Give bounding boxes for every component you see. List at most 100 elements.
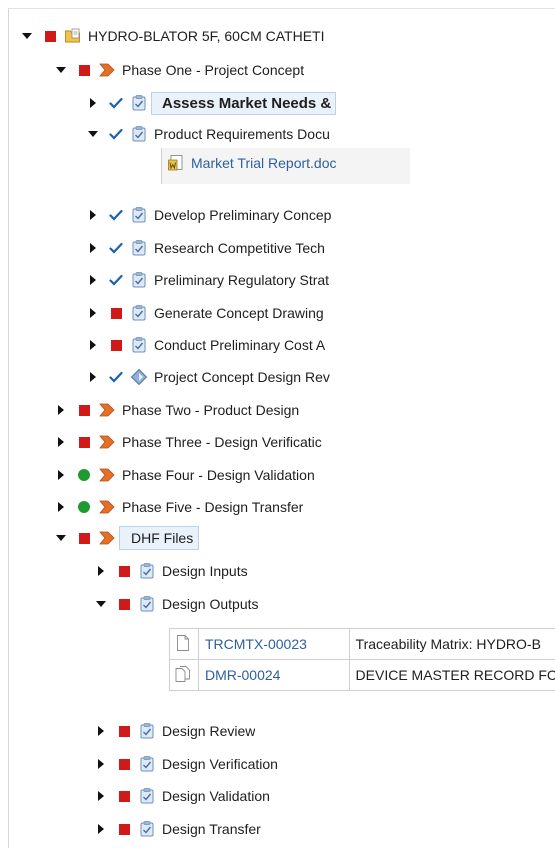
expand-toggle-icon[interactable]: [95, 790, 107, 802]
document-row[interactable]: DMR-00024DEVICE MASTER RECORD FC: [170, 660, 555, 691]
selected-task-highlight: Assess Market Needs &: [151, 92, 336, 115]
tree-node-phase-one[interactable]: Phase One - Project Concept: [55, 58, 304, 82]
document-table: TRCMTX-00023Traceability Matrix: HYDRO-B…: [169, 628, 555, 691]
expand-toggle-icon[interactable]: [95, 565, 107, 577]
tree-node-phase[interactable]: Phase Three - Design Verificatic: [55, 430, 322, 454]
document-id[interactable]: TRCMTX-00023: [198, 629, 349, 660]
check-icon: [109, 127, 123, 141]
tree-node-dhf-child[interactable]: Design Validation: [95, 784, 270, 808]
phase-arrow-icon: [98, 433, 116, 451]
document-description: Traceability Matrix: HYDRO-B: [349, 629, 555, 660]
status-green-icon: [77, 500, 91, 514]
collapse-toggle-icon[interactable]: [55, 64, 67, 76]
tree-node-label: Design Review: [162, 723, 255, 739]
expand-toggle-icon[interactable]: [95, 823, 107, 835]
word-document-icon: [167, 154, 185, 172]
tree-node-label: Preliminary Regulatory Strat: [154, 272, 329, 288]
attachment-link[interactable]: Market Trial Report.doc: [191, 155, 337, 171]
tree-node-label: Phase Five - Design Transfer: [122, 499, 303, 515]
tree-node-dhf-child[interactable]: Design Outputs: [95, 592, 259, 616]
tree-node-label: Design Inputs: [162, 563, 248, 579]
collapse-toggle-icon[interactable]: [87, 128, 99, 140]
tree-node-dhf-child[interactable]: Design Review: [95, 719, 255, 743]
tree-node-root[interactable]: HYDRO-BLATOR 5F, 60CM CATHETI: [21, 24, 324, 48]
tree-node-task[interactable]: Generate Concept Drawing: [87, 301, 324, 325]
expand-toggle-icon[interactable]: [87, 97, 99, 109]
collapse-toggle-icon[interactable]: [21, 30, 33, 42]
task-icon: [138, 755, 156, 773]
tree-node-label: Generate Concept Drawing: [154, 305, 324, 321]
project-tree-panel: HYDRO-BLATOR 5F, 60CM CATHETI Phase One -…: [8, 8, 555, 848]
expand-toggle-icon[interactable]: [87, 307, 99, 319]
tree-node-label: Design Transfer: [162, 821, 261, 837]
tree-node-task[interactable]: Product Requirements Docu: [87, 122, 330, 146]
tree-node-task[interactable]: Preliminary Regulatory Strat: [87, 268, 329, 292]
triangle-right-icon: [90, 340, 96, 350]
collapse-toggle-icon[interactable]: [95, 598, 107, 610]
tree-node-label: Phase Two - Product Design: [122, 402, 299, 418]
expand-toggle-icon[interactable]: [87, 371, 99, 383]
document-icon-cell: [170, 660, 199, 691]
expand-toggle-icon[interactable]: [87, 242, 99, 254]
status-red-icon: [77, 63, 91, 77]
task-icon: [130, 304, 148, 322]
triangle-right-icon: [98, 759, 104, 769]
document-id[interactable]: DMR-00024: [198, 660, 349, 691]
document-icon-cell: [170, 629, 199, 660]
expand-toggle-icon[interactable]: [87, 274, 99, 286]
check-icon: [109, 241, 123, 255]
document-row[interactable]: TRCMTX-00023Traceability Matrix: HYDRO-B: [170, 629, 555, 660]
tree-node-task[interactable]: Conduct Preliminary Cost A: [87, 333, 325, 357]
triangle-right-icon: [98, 566, 104, 576]
tree-node-dhf-child[interactable]: Design Inputs: [95, 559, 248, 583]
tree-node-phase[interactable]: Phase Five - Design Transfer: [55, 495, 303, 519]
tree-node-dhf-files[interactable]: DHF Files: [55, 526, 199, 550]
tree-node-task[interactable]: Project Concept Design Rev: [87, 365, 330, 389]
selected-folder-highlight: DHF Files: [119, 526, 199, 550]
expand-toggle-icon[interactable]: [55, 469, 67, 481]
triangle-down-icon: [88, 131, 98, 137]
triangle-down-icon: [22, 33, 32, 39]
expand-toggle-icon[interactable]: [87, 339, 99, 351]
triangle-right-icon: [90, 243, 96, 253]
collapse-toggle-icon[interactable]: [55, 532, 67, 544]
document-icon: [174, 639, 192, 655]
task-icon: [130, 206, 148, 224]
triangle-right-icon: [90, 308, 96, 318]
check-icon: [109, 273, 123, 287]
task-icon: [138, 595, 156, 613]
tree-node-phase[interactable]: Phase Two - Product Design: [55, 398, 299, 422]
task-icon: [138, 722, 156, 740]
check-icon: [109, 370, 123, 384]
expand-toggle-icon[interactable]: [87, 209, 99, 221]
expand-toggle-icon[interactable]: [55, 436, 67, 448]
triangle-right-icon: [98, 824, 104, 834]
triangle-right-icon: [98, 791, 104, 801]
tree-node-task[interactable]: Assess Market Needs &: [87, 91, 336, 115]
tree-node-dhf-child[interactable]: Design Transfer: [95, 817, 261, 841]
status-green-icon: [77, 468, 91, 482]
triangle-down-icon: [56, 535, 66, 541]
tree-node-phase[interactable]: Phase Four - Design Validation: [55, 463, 315, 487]
task-icon: [130, 94, 148, 112]
tree-node-dhf-child[interactable]: Design Verification: [95, 752, 278, 776]
expand-toggle-icon[interactable]: [55, 501, 67, 513]
status-red-icon: [109, 306, 123, 320]
status-red-icon: [77, 435, 91, 449]
expand-toggle-icon[interactable]: [55, 404, 67, 416]
tree-node-label: Phase Three - Design Verificatic: [122, 434, 322, 450]
tree-node-label: Phase Four - Design Validation: [122, 467, 315, 483]
task-icon: [130, 336, 148, 354]
expand-toggle-icon[interactable]: [95, 725, 107, 737]
attachment-item[interactable]: Market Trial Report.doc: [167, 154, 337, 172]
task-icon: [130, 271, 148, 289]
phase-arrow-icon: [98, 498, 116, 516]
expand-toggle-icon[interactable]: [95, 758, 107, 770]
status-red-icon: [109, 338, 123, 352]
tree-node-task[interactable]: Research Competitive Tech: [87, 236, 325, 260]
task-icon: [138, 562, 156, 580]
tree-node-label: Design Verification: [162, 756, 278, 772]
status-red-icon: [117, 757, 131, 771]
tree-node-task[interactable]: Develop Preliminary Concep: [87, 203, 331, 227]
status-red-icon: [117, 597, 131, 611]
